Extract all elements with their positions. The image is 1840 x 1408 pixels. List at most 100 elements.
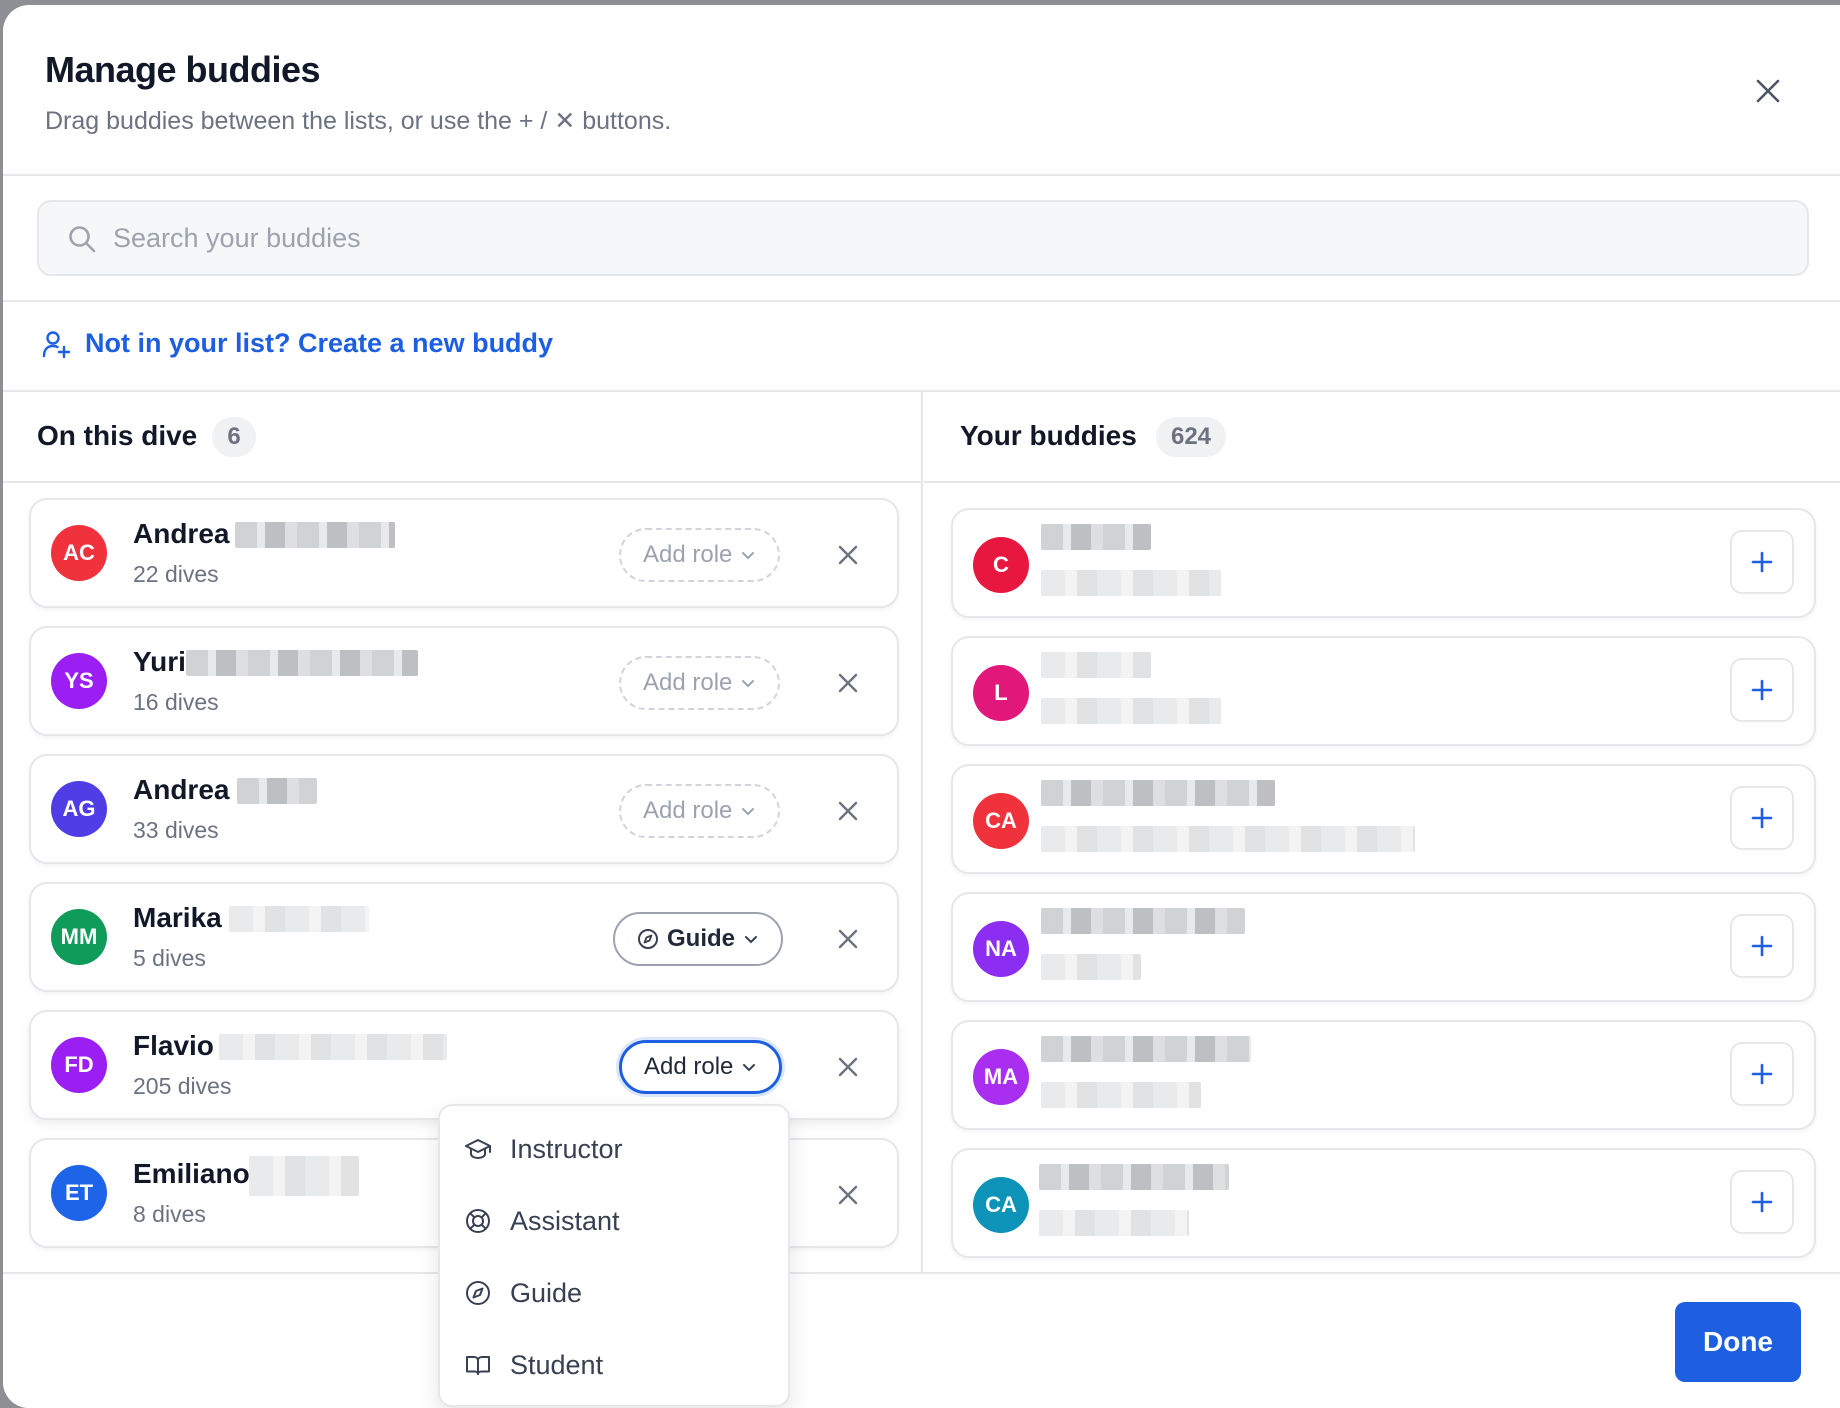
role-option-instructor[interactable]: Instructor (440, 1116, 788, 1182)
remove-buddy-button[interactable] (828, 1047, 868, 1087)
role-option-label: Assistant (510, 1205, 620, 1236)
role-button-label: Add role (643, 797, 733, 824)
add-role-button[interactable]: Add role (619, 528, 781, 582)
dialog-subtitle: Drag buddies between the lists, or use t… (45, 107, 672, 135)
close-icon (838, 545, 858, 565)
role-button-label: Add role (644, 1053, 734, 1080)
buddy-dive-count: 205 dives (133, 1073, 232, 1099)
role-option-assistant[interactable]: Assistant (440, 1188, 788, 1254)
search-section (3, 176, 1840, 302)
your-buddies-column: Your buddies 624 C L CA NA MA CA (924, 392, 1840, 1272)
close-icon (838, 673, 858, 693)
remove-buddy-button[interactable] (828, 919, 868, 959)
plus-icon (1751, 1191, 1773, 1213)
buddy-dive-count: 5 dives (133, 945, 206, 971)
buddy-card[interactable]: MA (951, 1020, 1816, 1130)
avatar: C (973, 537, 1029, 593)
avatar: NA (973, 921, 1029, 977)
plus-icon (1751, 551, 1773, 573)
dialog-footer: Done (3, 1272, 1840, 1408)
compass-icon (466, 1281, 490, 1305)
close-icon (1756, 79, 1780, 103)
redacted-details (1041, 954, 1141, 980)
close-button[interactable] (1746, 69, 1790, 113)
remove-buddy-button[interactable] (828, 1175, 868, 1215)
role-option-student[interactable]: Student (440, 1332, 788, 1398)
chevron-down-icon (742, 680, 755, 688)
buddy-name: Marika (133, 902, 222, 933)
chevron-down-icon (742, 808, 755, 816)
role-guide-button[interactable]: Guide (613, 912, 784, 966)
avatar: MM (51, 909, 107, 965)
buddy-name: Andrea (133, 774, 230, 805)
buddy-card[interactable]: NA (951, 892, 1816, 1002)
role-button-label: Guide (667, 925, 736, 952)
remove-buddy-button[interactable] (828, 663, 868, 703)
create-buddy-row: Not in your list? Create a new buddy (3, 302, 1840, 392)
add-role-button[interactable]: Add role (619, 784, 781, 838)
redacted-surname (219, 1034, 447, 1060)
close-icon (838, 1057, 858, 1077)
add-buddy-button[interactable] (1730, 530, 1794, 594)
add-buddy-button[interactable] (1730, 658, 1794, 722)
compass-icon (638, 929, 658, 949)
on-this-dive-title: On this dive (37, 420, 198, 451)
add-buddy-button[interactable] (1730, 1170, 1794, 1234)
redacted-details (1041, 570, 1221, 596)
redacted-surname (186, 650, 418, 676)
life-buoy-icon (466, 1209, 490, 1233)
dialog-header: Manage buddies Drag buddies between the … (3, 5, 1840, 176)
redacted-details (1041, 826, 1415, 852)
remove-buddy-button[interactable] (828, 535, 868, 575)
buddy-card[interactable]: C (951, 508, 1816, 618)
avatar: AG (51, 781, 107, 837)
add-buddy-button[interactable] (1730, 786, 1794, 850)
manage-buddies-dialog: Manage buddies Drag buddies between the … (3, 5, 1840, 1408)
add-buddy-button[interactable] (1730, 1042, 1794, 1106)
dive-buddy-card[interactable]: MM Marika 5 dives Guide (29, 882, 899, 992)
on-this-dive-count-badge: 6 (212, 417, 256, 457)
role-button-label: Add role (643, 541, 733, 568)
buddy-dive-count: 16 dives (133, 689, 219, 715)
add-buddy-button[interactable] (1730, 914, 1794, 978)
chevron-down-icon (742, 552, 755, 560)
dialog-title: Manage buddies (45, 49, 321, 90)
create-new-buddy-link[interactable]: Not in your list? Create a new buddy (41, 328, 553, 359)
redacted-surname (249, 1156, 359, 1196)
redacted-name (1041, 524, 1151, 550)
close-icon (838, 929, 858, 949)
avatar: AC (51, 525, 107, 581)
book-open-icon (466, 1356, 490, 1375)
role-button-label: Add role (643, 669, 733, 696)
dive-buddy-card[interactable]: AG Andrea 33 dives Add role (29, 754, 899, 864)
avatar: FD (51, 1037, 107, 1093)
redacted-details (1041, 1082, 1201, 1108)
user-plus-icon (42, 330, 71, 358)
search-box (37, 200, 1809, 276)
plus-icon (1751, 1063, 1773, 1085)
buddy-card[interactable]: CA (951, 764, 1816, 874)
add-role-button[interactable]: Add role (619, 1040, 783, 1094)
buddy-name: Emiliano (133, 1158, 250, 1189)
redacted-name (1041, 908, 1245, 934)
buddy-dive-count: 33 dives (133, 817, 219, 843)
your-buddies-count-badge: 624 (1156, 417, 1226, 457)
redacted-details (1039, 1210, 1189, 1236)
dive-buddy-card[interactable]: YS Yuri 16 dives Add role (29, 626, 899, 736)
buddy-card[interactable]: L (951, 636, 1816, 746)
add-role-button[interactable]: Add role (619, 656, 781, 710)
close-icon (838, 801, 858, 821)
done-button[interactable]: Done (1675, 1302, 1801, 1382)
role-option-label: Instructor (510, 1133, 623, 1164)
buddy-card[interactable]: CA (951, 1148, 1816, 1258)
redacted-details (1041, 698, 1221, 724)
buddy-dive-count: 8 dives (133, 1201, 206, 1227)
search-input[interactable] (113, 202, 1793, 274)
buddy-name: Yuri (133, 646, 186, 677)
role-option-guide[interactable]: Guide (440, 1260, 788, 1326)
dive-buddy-card[interactable]: AC Andrea 22 dives Add role (29, 498, 899, 608)
create-new-buddy-label: Not in your list? Create a new buddy (85, 328, 554, 358)
remove-buddy-button[interactable] (828, 791, 868, 831)
buddy-name: Andrea (133, 518, 230, 549)
redacted-name (1041, 780, 1275, 806)
